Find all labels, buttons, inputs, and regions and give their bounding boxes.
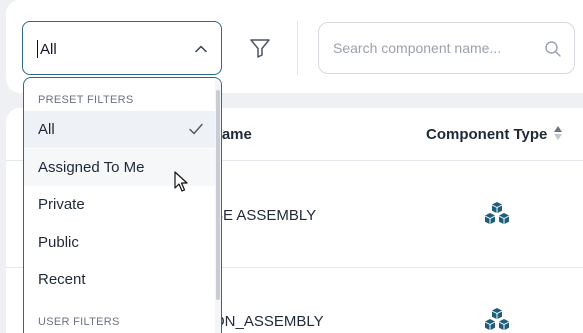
search-box[interactable] (318, 22, 575, 74)
menu-item-recent[interactable]: Recent (24, 261, 216, 298)
column-header-type[interactable]: Component Type (426, 126, 547, 143)
user-filters-label: USER FILTERS (38, 316, 120, 328)
assembly-cubes-icon (485, 202, 509, 224)
text-caret (37, 40, 38, 58)
filter-select[interactable]: All (22, 21, 222, 75)
menu-item-label: Assigned To Me (38, 159, 145, 176)
menu-item-label: All (38, 121, 55, 138)
check-icon (189, 123, 203, 135)
menu-item-label: Recent (38, 271, 86, 288)
dropdown-scrollbar-thumb[interactable] (216, 90, 220, 300)
assembly-cubes-icon (485, 308, 509, 330)
toolbar-divider (297, 21, 298, 75)
filter-dropdown-menu: PRESET FILTERS All Assigned To Me Privat… (23, 77, 222, 333)
search-input[interactable] (319, 23, 574, 73)
filter-select-value: All (40, 41, 57, 58)
menu-item-all[interactable]: All (24, 111, 216, 148)
dropdown-scrollbar[interactable] (215, 78, 221, 333)
sort-icon[interactable] (553, 125, 563, 141)
search-icon[interactable] (544, 40, 562, 58)
table-row-name[interactable]: SE ASSEMBLY (213, 207, 316, 224)
mouse-cursor-icon (174, 171, 188, 192)
preset-filters-label: PRESET FILTERS (38, 94, 134, 106)
menu-item-public[interactable]: Public (24, 224, 216, 261)
filter-icon[interactable] (248, 36, 272, 60)
table-row-name[interactable]: ON_ASSEMBLY (213, 313, 324, 330)
menu-item-label: Private (38, 196, 85, 213)
menu-item-label: Public (38, 234, 79, 251)
chevron-up-icon (195, 45, 207, 53)
